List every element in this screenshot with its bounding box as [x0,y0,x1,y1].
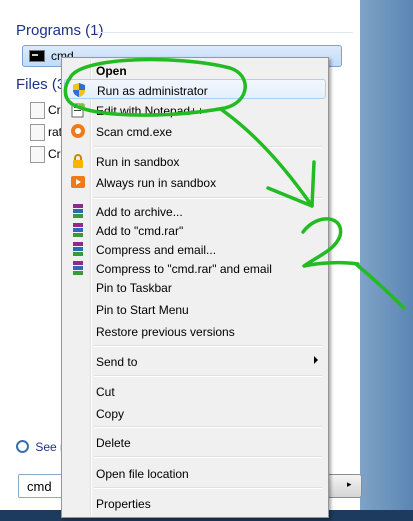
programs-section-title: Programs (1) [16,22,104,39]
menu-item-label: Cut [96,385,115,399]
menu-item-cut[interactable]: Cut [64,381,326,401]
search-icon [16,440,29,453]
menu-item-open[interactable]: Open [64,60,326,80]
file-icon [30,146,45,163]
menu-separator [94,146,322,148]
antivirus-scan-icon [71,124,85,138]
menu-item-label: Pin to Taskbar [96,281,172,295]
menu-item-label: Properties [96,497,151,511]
menu-item-always-run-in-sandbox[interactable]: Always run in sandbox [64,172,326,192]
menu-item-scan[interactable]: Scan cmd.exe [64,121,326,141]
programs-divider [96,32,353,33]
start-menu-right-pane [360,0,413,521]
shutdown-options-arrow-icon[interactable]: ▸ [347,479,352,490]
menu-item-edit-with-notepad[interactable]: Edit with Notepad++ [64,100,326,120]
menu-item-pin-to-start-menu[interactable]: Pin to Start Menu [64,299,326,319]
winrar-icon [73,204,83,218]
menu-item-open-file-location[interactable]: Open file location [64,463,326,483]
menu-item-label: Restore previous versions [96,325,235,339]
winrar-icon [73,261,83,275]
menu-item-properties[interactable]: Properties [64,493,326,513]
sandbox-play-icon [71,176,85,188]
menu-separator [94,197,322,199]
sandbox-lock-icon [73,154,83,168]
menu-separator [94,345,322,347]
console-icon [29,50,45,62]
files-section-title: Files (3 [16,76,66,93]
file-result-label: Cr [48,147,61,161]
menu-item-label: Compress to "cmd.rar" and email [96,262,272,276]
menu-item-add-to-archive[interactable]: Add to archive... [64,201,326,221]
menu-item-run-as-administrator[interactable]: Run as administrator [64,79,326,99]
menu-item-label: Run as administrator [97,84,208,98]
menu-item-run-in-sandbox[interactable]: Run in sandbox [64,151,326,171]
menu-item-label: Pin to Start Menu [96,303,189,317]
menu-item-label: Delete [96,436,131,450]
file-icon [30,124,45,141]
menu-item-label: Run in sandbox [96,155,180,169]
winrar-icon [73,242,83,256]
menu-separator [94,456,322,458]
menu-item-label: Always run in sandbox [96,176,217,190]
menu-separator [94,426,322,428]
uac-shield-icon [73,83,85,97]
menu-item-restore-previous-versions[interactable]: Restore previous versions [64,321,326,341]
menu-item-label: Scan cmd.exe [96,125,173,139]
menu-separator [94,375,322,377]
search-input-value: cmd [27,479,52,494]
menu-item-label: Compress and email... [96,243,217,257]
menu-item-compress-to-cmd-rar-and-email[interactable]: Compress to "cmd.rar" and email [64,258,326,278]
menu-item-label: Edit with Notepad++ [96,104,205,118]
menu-item-label: Copy [96,407,125,421]
winrar-icon [73,223,83,237]
menu-separator [94,487,322,489]
menu-item-add-to-cmd-rar[interactable]: Add to "cmd.rar" [64,220,326,240]
file-result-label: rat [48,125,63,139]
menu-item-copy[interactable]: Copy [64,403,326,423]
menu-item-label: Add to "cmd.rar" [96,224,184,238]
menu-item-send-to[interactable]: Send to [64,351,326,371]
file-result-label: Cr [48,103,61,117]
menu-item-label: Open file location [96,467,189,481]
menu-item-delete[interactable]: Delete [64,432,326,452]
context-menu: Open Run as administrator Edit with Note… [61,57,329,518]
menu-item-label: Open [96,64,127,78]
menu-item-pin-to-taskbar[interactable]: Pin to Taskbar [64,277,326,297]
file-icon [30,102,45,119]
menu-item-compress-and-email[interactable]: Compress and email... [64,239,326,259]
menu-item-label: Add to archive... [96,205,183,219]
menu-item-label: Send to [96,355,138,369]
notepad-plus-plus-icon [71,103,85,118]
submenu-arrow-icon [314,356,318,364]
